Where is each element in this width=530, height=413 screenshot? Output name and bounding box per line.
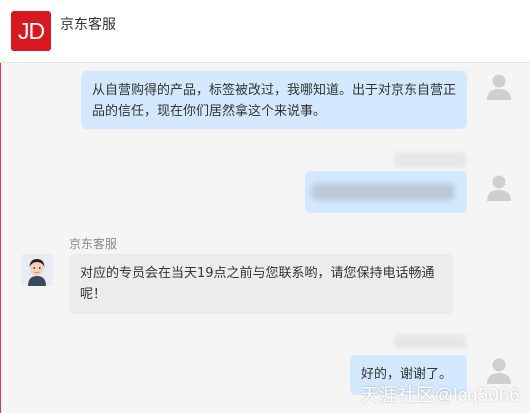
jd-logo: JD <box>11 11 51 51</box>
user-avatar-icon <box>483 171 515 203</box>
timestamp-blurred <box>394 335 466 349</box>
user-avatar-icon <box>483 70 515 102</box>
message-text: 对应的专员会在当天19点之前与您联系哟，请您保持电话畅通呢！ <box>80 266 435 302</box>
left-accent-line <box>0 63 1 413</box>
chat-header: JD 京东客服 <box>0 0 530 63</box>
redacted-text <box>312 184 454 200</box>
timestamp-blurred <box>394 153 466 167</box>
message-bubble-agent: 对应的专员会在当天19点之前与您联系哟，请您保持电话畅通呢！ <box>69 254 454 314</box>
sender-name: 京东客服 <box>69 237 118 251</box>
logo-text: JD <box>17 17 45 44</box>
message-text: 从自营购得的产品，标签被改过，我哪知道。出于对京东自营正品的信任，现在你们居然拿… <box>92 83 457 119</box>
chat-title: 京东客服 <box>60 17 116 33</box>
message-text: 好的，谢谢了。 <box>361 367 453 382</box>
chat-panel: 从自营购得的产品，标签被改过，我哪知道。出于对京东自营正品的信任，现在你们居然拿… <box>0 63 530 413</box>
message-bubble-user: 从自营购得的产品，标签被改过，我哪知道。出于对京东自营正品的信任，现在你们居然拿… <box>81 71 467 129</box>
agent-avatar-icon <box>21 254 53 286</box>
watermark: 天涯社区@lcq5066 <box>360 385 520 405</box>
